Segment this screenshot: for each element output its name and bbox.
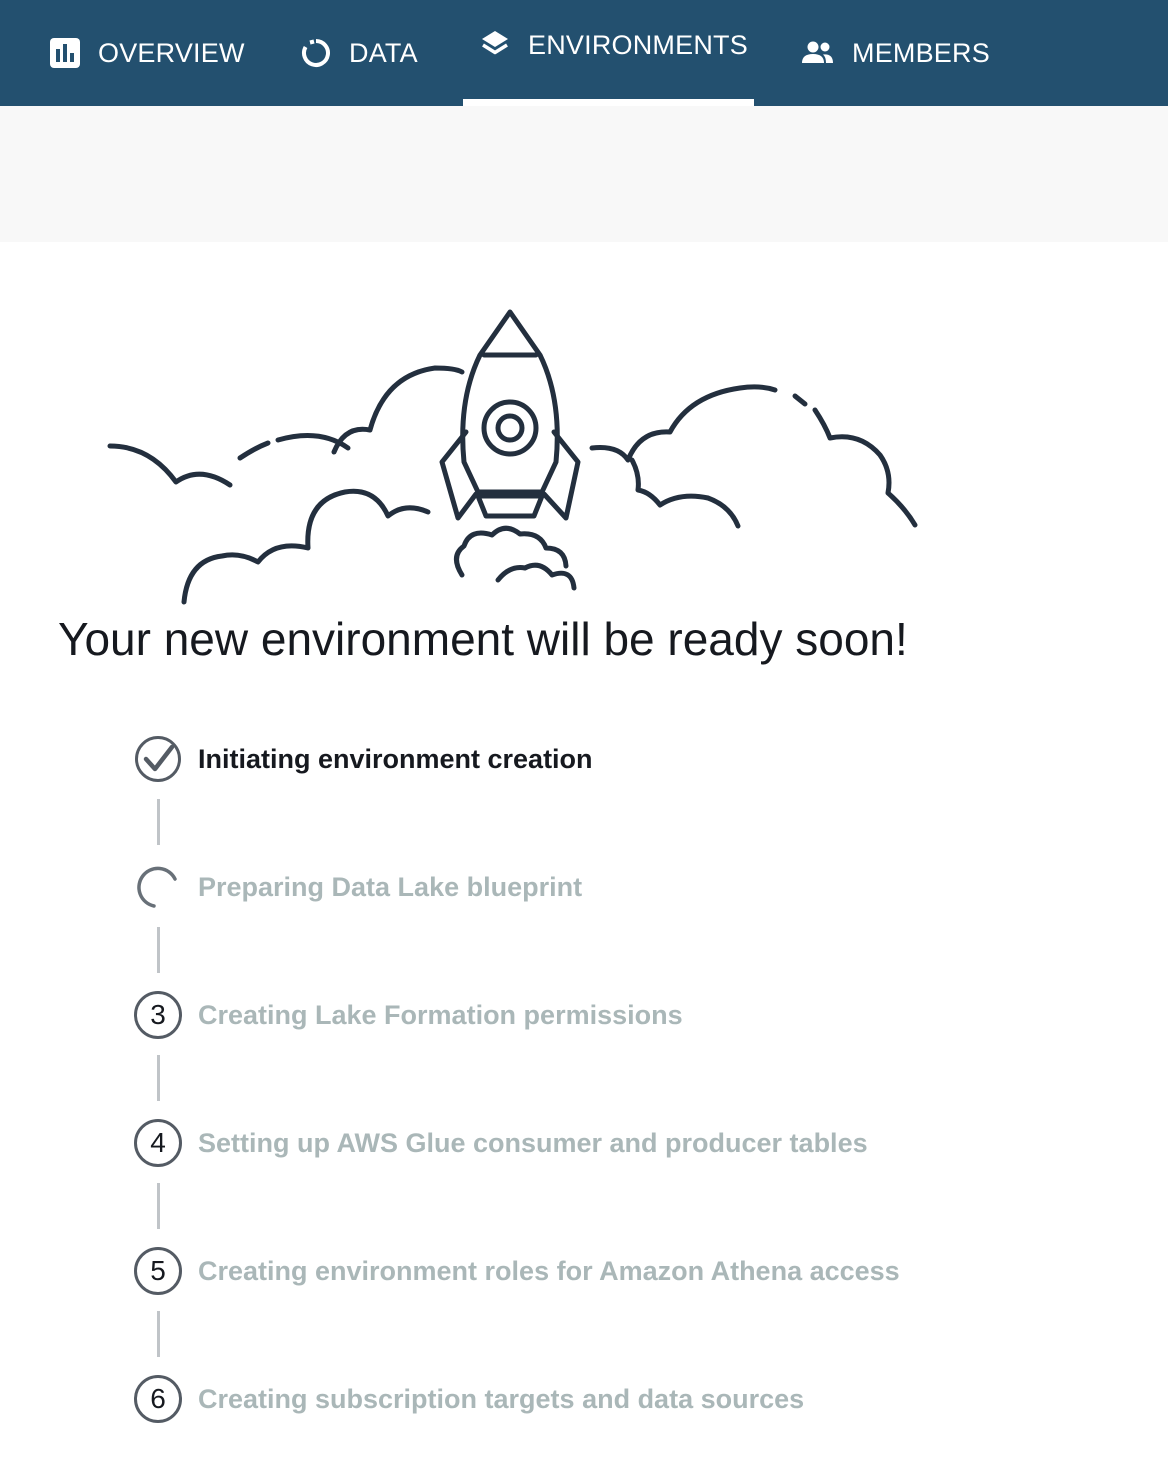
rocket-launch-illustration — [100, 300, 930, 615]
tab-overview-label: OVERVIEW — [98, 37, 245, 68]
step-number-badge: 5 — [134, 1247, 182, 1295]
step-number-badge: 3 — [134, 991, 182, 1039]
step-connector — [157, 1311, 160, 1357]
step-item: Preparing Data Lake blueprint — [134, 863, 582, 911]
step-connector — [157, 1055, 160, 1101]
step-connector — [157, 1183, 160, 1229]
circle-arrow-icon — [301, 38, 331, 68]
step-label: Preparing Data Lake blueprint — [198, 871, 583, 902]
spinner-icon — [134, 863, 182, 911]
step-item: Initiating environment creation — [134, 735, 593, 783]
step-number-badge: 6 — [134, 1375, 182, 1423]
tab-data-label: DATA — [349, 37, 418, 68]
step-label: Creating subscription targets and data s… — [198, 1383, 805, 1414]
page-title: Your new environment will be ready soon! — [58, 613, 908, 665]
step-number-badge: 4 — [134, 1119, 182, 1167]
tab-environments-label: ENVIRONMENTS — [528, 30, 748, 60]
step-item: 3 Creating Lake Formation permissions — [134, 991, 683, 1039]
bar-chart-icon — [50, 38, 80, 68]
top-navigation: OVERVIEW DATA ENVIRONMENTS MEMBERS — [0, 0, 1168, 106]
check-circle-icon — [134, 735, 182, 783]
step-item: 6 Creating subscription targets and data… — [134, 1375, 804, 1423]
active-tab-indicator — [463, 99, 754, 106]
step-connector — [157, 927, 160, 973]
tab-members-label: MEMBERS — [852, 37, 990, 68]
step-item: 4 Setting up AWS Glue consumer and produ… — [134, 1119, 868, 1167]
step-label: Creating environment roles for Amazon At… — [198, 1255, 900, 1286]
layers-icon — [480, 30, 510, 60]
step-item: 5 Creating environment roles for Amazon … — [134, 1247, 900, 1295]
tab-environments[interactable]: ENVIRONMENTS — [463, 0, 754, 106]
step-connector — [157, 799, 160, 845]
tab-overview[interactable]: OVERVIEW — [50, 0, 245, 106]
step-label: Creating Lake Formation permissions — [198, 999, 683, 1030]
step-label: Setting up AWS Glue consumer and produce… — [198, 1127, 868, 1158]
tab-members[interactable]: MEMBERS — [802, 0, 990, 106]
page-header-band — [0, 106, 1168, 242]
users-icon — [802, 39, 834, 67]
step-label: Initiating environment creation — [198, 743, 593, 774]
tab-data[interactable]: DATA — [301, 0, 418, 106]
